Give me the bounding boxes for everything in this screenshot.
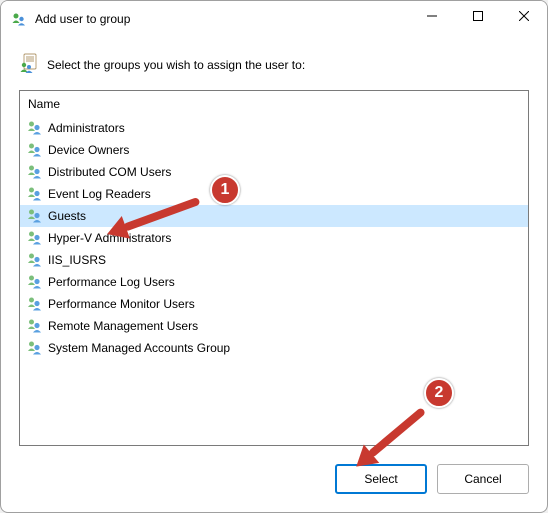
titlebar: Add user to group bbox=[1, 1, 547, 37]
prompt-text: Select the groups you wish to assign the… bbox=[47, 58, 305, 72]
window-title: Add user to group bbox=[35, 12, 409, 26]
list-item[interactable]: Device Owners bbox=[20, 139, 528, 161]
group-icon bbox=[26, 273, 44, 291]
button-row: Select Cancel bbox=[1, 446, 547, 512]
group-icon bbox=[26, 163, 44, 181]
minimize-button[interactable] bbox=[409, 1, 455, 31]
window-controls bbox=[409, 1, 547, 37]
list-item[interactable]: Distributed COM Users bbox=[20, 161, 528, 183]
group-icon bbox=[26, 339, 44, 357]
list-item[interactable]: Event Log Readers bbox=[20, 183, 528, 205]
group-icon bbox=[26, 317, 44, 335]
list-item-label: Guests bbox=[48, 209, 86, 223]
list-item-label: Remote Management Users bbox=[48, 319, 198, 333]
list-item[interactable]: Guests bbox=[20, 205, 528, 227]
list-item[interactable]: Administrators bbox=[20, 117, 528, 139]
app-icon bbox=[11, 11, 27, 27]
group-icon bbox=[26, 119, 44, 137]
group-icon bbox=[26, 207, 44, 225]
group-icon bbox=[26, 295, 44, 313]
group-icon bbox=[26, 185, 44, 203]
listbox-items: Administrators Device Owners Distributed… bbox=[20, 117, 528, 445]
group-icon bbox=[26, 251, 44, 269]
list-item-label: Distributed COM Users bbox=[48, 165, 171, 179]
list-item-label: System Managed Accounts Group bbox=[48, 341, 230, 355]
listbox-column-header-name[interactable]: Name bbox=[20, 91, 528, 117]
group-icon bbox=[26, 141, 44, 159]
list-item[interactable]: System Managed Accounts Group bbox=[20, 337, 528, 359]
cancel-button[interactable]: Cancel bbox=[437, 464, 529, 494]
list-item-label: Performance Log Users bbox=[48, 275, 175, 289]
close-button[interactable] bbox=[501, 1, 547, 31]
list-item[interactable]: Performance Monitor Users bbox=[20, 293, 528, 315]
groups-listbox: Name Administrators Device Owners Distri… bbox=[19, 90, 529, 446]
list-item[interactable]: Performance Log Users bbox=[20, 271, 528, 293]
dialog-content: Select the groups you wish to assign the… bbox=[1, 37, 547, 446]
list-item-label: Performance Monitor Users bbox=[48, 297, 195, 311]
prompt-row: Select the groups you wish to assign the… bbox=[19, 53, 529, 76]
maximize-button[interactable] bbox=[455, 1, 501, 31]
list-item-label: IIS_IUSRS bbox=[48, 253, 106, 267]
group-assign-icon bbox=[19, 53, 39, 76]
select-button[interactable]: Select bbox=[335, 464, 427, 494]
list-item-label: Administrators bbox=[48, 121, 125, 135]
list-item-label: Hyper-V Administrators bbox=[48, 231, 171, 245]
group-icon bbox=[26, 229, 44, 247]
list-item-label: Event Log Readers bbox=[48, 187, 151, 201]
list-item[interactable]: Remote Management Users bbox=[20, 315, 528, 337]
list-item[interactable]: IIS_IUSRS bbox=[20, 249, 528, 271]
list-item-label: Device Owners bbox=[48, 143, 129, 157]
dialog-window: Add user to group bbox=[0, 0, 548, 513]
list-item[interactable]: Hyper-V Administrators bbox=[20, 227, 528, 249]
